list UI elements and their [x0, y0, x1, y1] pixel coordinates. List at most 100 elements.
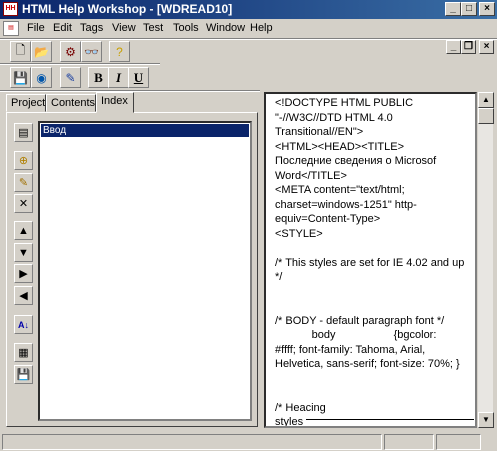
glasses-icon: 👓 — [84, 44, 99, 59]
bold-button[interactable]: B — [88, 67, 109, 88]
sort-az-icon: A↓ — [18, 319, 29, 330]
save-icon: 💾 — [13, 70, 28, 85]
menu-test[interactable]: Test — [143, 22, 163, 34]
folder-open-icon: 📂 — [34, 44, 49, 59]
code-line: styles — [275, 416, 304, 428]
view-compiled-button[interactable]: 👓 — [81, 41, 102, 62]
compile-button[interactable]: ⚙ — [60, 41, 81, 62]
menu-edit[interactable]: Edit — [53, 22, 72, 34]
compile-icon: ⚙ — [65, 44, 76, 59]
insert-keyword-button[interactable]: ⊕ — [14, 151, 33, 170]
index-properties-button[interactable]: ▤ — [14, 123, 33, 142]
code-line: charset=windows-1251" http- — [275, 198, 417, 211]
code-line: /* This styles are set for IE 4.02 and u… — [275, 256, 465, 269]
menu-tags[interactable]: Tags — [80, 22, 103, 34]
properties-icon: ▤ — [18, 127, 29, 139]
maximize-button[interactable]: □ — [461, 2, 477, 16]
scroll-up-button[interactable]: ▲ — [478, 92, 494, 108]
code-line: */ — [275, 271, 283, 283]
app-icon[interactable]: HH — [3, 2, 18, 16]
code-line: Transitional//EN"> — [275, 126, 364, 138]
underline-button[interactable]: U — [128, 67, 149, 88]
editor-horizontal-rule — [306, 419, 474, 420]
scroll-down-button[interactable]: ▼ — [478, 412, 494, 428]
browser-view-button[interactable]: ◉ — [31, 67, 52, 88]
code-line: /* BODY - default paragraph font */ — [275, 314, 445, 327]
minimize-button[interactable]: _ — [445, 2, 461, 16]
code-line: Helvetica, sans-serif; font-size: 70%; } — [275, 358, 460, 370]
list-item[interactable]: Ввод — [41, 124, 249, 137]
code-line: <META content="text/html; — [275, 184, 405, 196]
save-icon: 💾 — [16, 369, 31, 381]
arrow-down-icon: ▼ — [18, 246, 29, 259]
tab-project[interactable]: Project — [6, 94, 46, 112]
code-line: <!DOCTYPE HTML PUBLIC — [275, 97, 414, 109]
code-line: equiv=Content-Type> — [275, 213, 381, 225]
menu-bar: ▤ File Edit Tags View Test Tools Window … — [0, 19, 497, 54]
code-line: "-//W3C//DTD HTML 4.0 — [275, 111, 393, 124]
menu-view[interactable]: View — [112, 22, 136, 34]
code-line: body {bgcolor: — [275, 329, 437, 341]
status-message-cell — [2, 434, 382, 450]
globe-icon: ◉ — [36, 70, 47, 85]
arrow-left-icon: ◀ — [19, 290, 28, 302]
window-title: HTML Help Workshop - [WDREAD10] — [22, 2, 233, 16]
save-index-button[interactable]: 💾 — [14, 365, 33, 384]
mdi-minimize-button[interactable]: _ — [446, 40, 461, 54]
html-source-icon: ▦ — [18, 347, 29, 359]
new-file-button[interactable]: 🗋 — [10, 41, 31, 62]
arrow-right-icon: ▶ — [19, 268, 28, 280]
help-icon: ? — [116, 44, 123, 59]
tag-icon: ✎ — [65, 70, 76, 85]
status-cell-3 — [436, 434, 481, 450]
open-file-button[interactable]: 📂 — [31, 41, 52, 62]
mdi-close-button[interactable]: × — [479, 40, 494, 54]
view-html-button[interactable]: ▦ — [14, 343, 33, 362]
menu-file[interactable]: File — [27, 22, 45, 34]
tab-index[interactable]: Index — [96, 92, 134, 113]
italic-button[interactable]: I — [108, 67, 129, 88]
scroll-thumb[interactable] — [478, 108, 494, 124]
save-button[interactable]: 💾 — [10, 67, 31, 88]
delete-selection-button[interactable]: ✕ — [14, 194, 33, 213]
index-keyword-list[interactable]: Ввод — [38, 121, 252, 421]
toolbar-separator — [0, 38, 497, 40]
code-line: Последние сведения о Microsof — [275, 155, 437, 167]
menu-window[interactable]: Window — [206, 22, 245, 34]
insert-tag-button[interactable]: ✎ — [60, 67, 81, 88]
menu-help[interactable]: Help — [250, 22, 273, 34]
move-down-button[interactable]: ▼ — [14, 243, 33, 262]
delete-icon: ✕ — [18, 198, 29, 210]
insert-keyword-icon: ⊕ — [18, 155, 29, 167]
code-line: #ffff; font-family: Tahoma, Arial, — [275, 343, 426, 356]
html-editor[interactable]: <!DOCTYPE HTML PUBLIC "-//W3C//DTD HTML 4… — [264, 92, 477, 428]
code-text[interactable]: <!DOCTYPE HTML PUBLIC "-//W3C//DTD HTML 4… — [275, 96, 475, 428]
status-bar — [0, 431, 497, 451]
editor-vertical-scrollbar[interactable]: ▲ ▼ — [477, 92, 494, 428]
move-left-button[interactable]: ◀ — [14, 286, 33, 305]
title-bar[interactable]: HH HTML Help Workshop - [WDREAD10] _ □ × — [0, 0, 497, 19]
new-file-icon: 🗋 — [15, 43, 26, 57]
move-up-button[interactable]: ▲ — [14, 221, 33, 240]
document-icon[interactable]: ▤ — [3, 21, 19, 36]
tab-contents[interactable]: Contents — [46, 94, 96, 112]
menu-tools[interactable]: Tools — [173, 22, 199, 34]
arrow-up-icon: ▲ — [18, 224, 29, 237]
code-line: /* Heacing — [275, 401, 326, 414]
code-line: <STYLE> — [275, 227, 323, 240]
help-button[interactable]: ? — [109, 41, 130, 62]
mdi-restore-button[interactable]: ❐ — [461, 40, 476, 54]
sort-button[interactable]: A↓ — [14, 315, 33, 334]
move-right-button[interactable]: ▶ — [14, 264, 33, 283]
close-button[interactable]: × — [479, 2, 495, 16]
code-line: Word</TITLE> — [275, 169, 347, 182]
edit-selection-button[interactable]: ✎ — [14, 173, 33, 192]
code-line: <HTML><HEAD><TITLE> — [275, 140, 404, 153]
pencil-icon: ✎ — [18, 177, 29, 189]
status-cell-2 — [384, 434, 434, 450]
